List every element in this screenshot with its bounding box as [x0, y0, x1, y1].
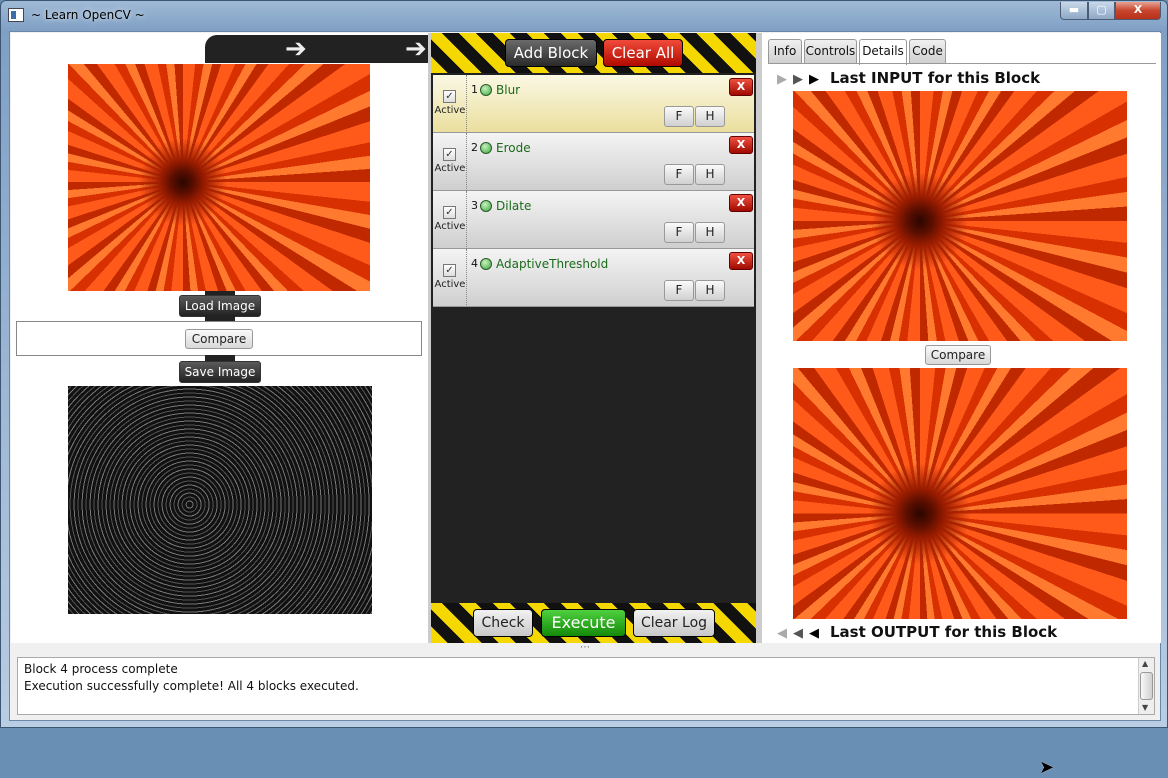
- h-button[interactable]: H: [695, 222, 725, 243]
- status-led-icon: [480, 200, 492, 212]
- top-toolbar: Add Block Clear All: [431, 33, 756, 73]
- block-active-area: ✓ Active: [433, 133, 467, 191]
- h-button[interactable]: H: [695, 164, 725, 185]
- save-image-button[interactable]: Save Image: [179, 361, 261, 383]
- minimize-button[interactable]: ▬: [1060, 2, 1088, 20]
- block-name: Erode: [496, 141, 531, 155]
- scroll-thumb[interactable]: [1140, 672, 1153, 700]
- play-icon[interactable]: ▶: [790, 72, 806, 87]
- f-button[interactable]: F: [664, 164, 694, 185]
- f-button[interactable]: F: [664, 222, 694, 243]
- scroll-up-icon[interactable]: ▲: [1142, 659, 1148, 668]
- reverse-icon[interactable]: ◀: [806, 626, 822, 641]
- status-led-icon: [480, 258, 492, 270]
- active-label: Active: [434, 221, 466, 232]
- block-name: AdaptiveThreshold: [496, 257, 609, 271]
- compare-button[interactable]: Compare: [185, 329, 253, 349]
- log-line: Block 4 process complete: [24, 662, 178, 676]
- active-label: Active: [434, 279, 466, 290]
- pipeline-strip: ➔ ➔: [205, 35, 429, 63]
- status-led-icon: [480, 142, 492, 154]
- tab-code[interactable]: Code: [909, 39, 946, 63]
- resize-grip-icon[interactable]: ⋯: [580, 642, 590, 653]
- load-image-button[interactable]: Load Image: [179, 295, 261, 317]
- tab-details[interactable]: Details: [859, 39, 907, 65]
- reverse-icon[interactable]: ◀: [774, 626, 790, 641]
- active-checkbox[interactable]: ✓: [443, 206, 456, 219]
- arrow-right-icon: ➔: [285, 34, 307, 64]
- close-button[interactable]: X: [1115, 2, 1161, 20]
- add-block-button[interactable]: Add Block: [505, 39, 597, 67]
- remove-block-button[interactable]: X: [729, 252, 753, 270]
- output-nav: ◀ ◀ ◀ Last OUTPUT for this Block: [774, 623, 1057, 641]
- scroll-down-icon[interactable]: ▼: [1142, 703, 1148, 712]
- image-panel: ➔ ➔ Load Image Compare Save Image: [11, 33, 429, 643]
- input-nav: ▶ ▶ ▶ Last INPUT for this Block: [774, 69, 1040, 87]
- block-active-area: ✓ Active: [433, 75, 467, 133]
- log-scrollbar[interactable]: ▲ ▼: [1138, 658, 1154, 714]
- block-output-image: ➤: [793, 368, 1127, 778]
- remove-block-button[interactable]: X: [729, 194, 753, 212]
- check-button[interactable]: Check: [473, 609, 533, 637]
- h-button[interactable]: H: [695, 280, 725, 301]
- tab-controls[interactable]: Controls: [804, 39, 857, 63]
- h-button[interactable]: H: [695, 106, 725, 127]
- clear-all-button[interactable]: Clear All: [603, 39, 683, 67]
- execute-button[interactable]: Execute: [541, 609, 626, 637]
- remove-block-button[interactable]: X: [729, 136, 753, 154]
- block-number: 2: [471, 141, 478, 154]
- play-icon[interactable]: ▶: [806, 72, 822, 87]
- block-item[interactable]: ✓ Active 2 Erode X F H: [433, 133, 754, 191]
- block-active-area: ✓ Active: [433, 191, 467, 249]
- tab-divider: [768, 63, 1156, 64]
- f-button[interactable]: F: [664, 280, 694, 301]
- block-list-panel: Add Block Clear All ✓ Active 1 Blur X F …: [431, 33, 756, 643]
- active-label: Active: [434, 105, 466, 116]
- clear-log-button[interactable]: Clear Log: [633, 609, 715, 637]
- active-checkbox[interactable]: ✓: [443, 148, 456, 161]
- arrow-right-icon: ➔: [405, 34, 427, 64]
- active-label: Active: [434, 163, 466, 174]
- block-number: 3: [471, 199, 478, 212]
- app-window: ~ Learn OpenCV ~ ▬ ▢ X ➔ ➔ Load Image Co…: [0, 0, 1168, 778]
- tab-info[interactable]: Info: [768, 39, 802, 63]
- block-number: 4: [471, 257, 478, 270]
- client-area: ➔ ➔ Load Image Compare Save Image Add Bl…: [9, 31, 1161, 778]
- window-title: ~ Learn OpenCV ~: [31, 8, 145, 22]
- block-name: Dilate: [496, 199, 532, 213]
- log-line: Execution successfully complete! All 4 b…: [24, 679, 359, 693]
- f-button[interactable]: F: [664, 106, 694, 127]
- status-led-icon: [480, 84, 492, 96]
- block-item[interactable]: ✓ Active 1 Blur X F H: [433, 75, 754, 133]
- input-image: [68, 64, 370, 291]
- details-panel: Info Controls Details Code ▶ ▶ ▶ Last INPUT…: [762, 33, 1161, 778]
- block-name: Blur: [496, 83, 521, 97]
- mouse-cursor-icon: ➤: [1039, 757, 1055, 778]
- log-area[interactable]: Block 4 process complete Execution succe…: [17, 657, 1155, 715]
- active-checkbox[interactable]: ✓: [443, 90, 456, 103]
- compare-button[interactable]: Compare: [925, 345, 991, 365]
- maximize-button[interactable]: ▢: [1088, 2, 1115, 20]
- block-list: ✓ Active 1 Blur X F H ✓ Active 2 Erode X…: [433, 75, 754, 307]
- block-input-image: [793, 91, 1127, 341]
- play-icon[interactable]: ▶: [774, 72, 790, 87]
- reverse-icon[interactable]: ◀: [790, 626, 806, 641]
- input-label: Last INPUT for this Block: [830, 69, 1041, 87]
- app-icon[interactable]: [8, 8, 24, 22]
- active-checkbox[interactable]: ✓: [443, 264, 456, 277]
- block-item[interactable]: ✓ Active 4 AdaptiveThreshold X F H: [433, 249, 754, 307]
- bottom-toolbar: Check Execute Clear Log: [431, 603, 756, 643]
- remove-block-button[interactable]: X: [729, 78, 753, 96]
- title-bar[interactable]: ~ Learn OpenCV ~ ▬ ▢ X: [1, 1, 1167, 31]
- log-text: Block 4 process complete Execution succe…: [24, 661, 359, 695]
- output-image: [68, 386, 372, 614]
- block-active-area: ✓ Active: [433, 249, 467, 307]
- output-label: Last OUTPUT for this Block: [830, 623, 1058, 641]
- block-item[interactable]: ✓ Active 3 Dilate X F H: [433, 191, 754, 249]
- block-number: 1: [471, 83, 478, 96]
